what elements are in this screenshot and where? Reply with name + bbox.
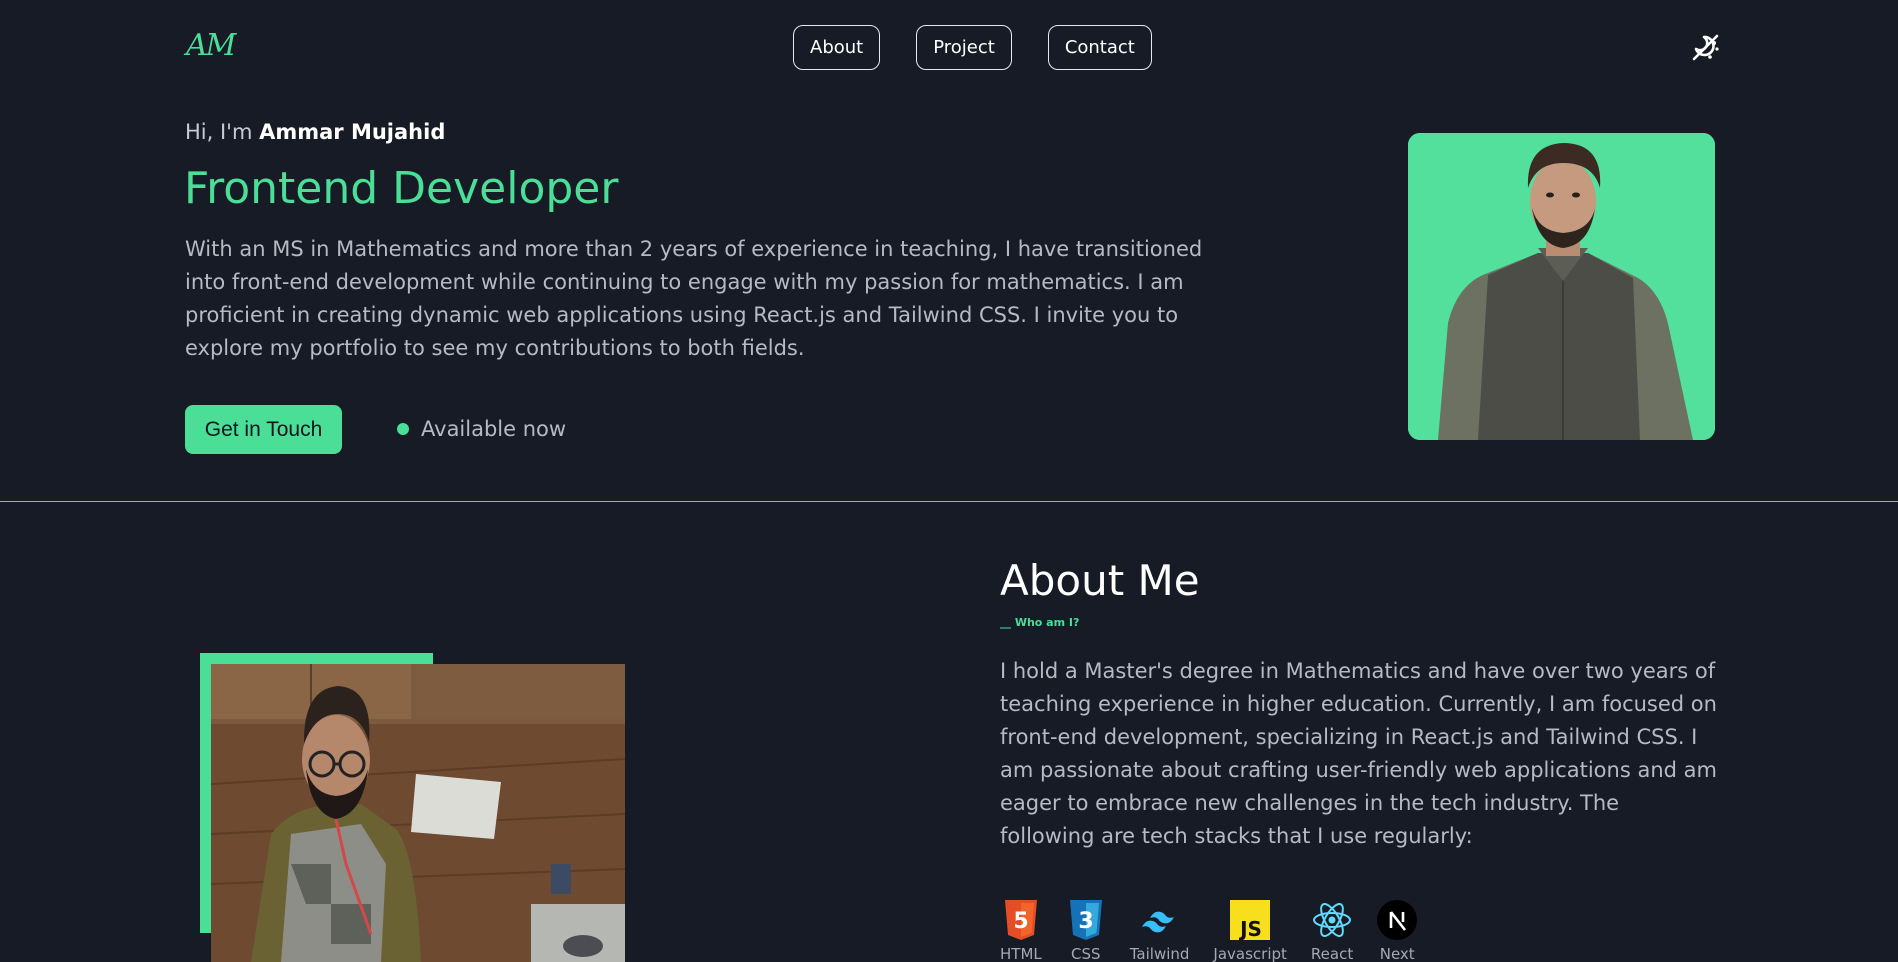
greeting-prefix: Hi, I'm <box>185 120 253 144</box>
nav-about-button[interactable]: About <box>793 25 881 70</box>
hero-name: Ammar Mujahid <box>259 120 446 144</box>
tech-stack-item-css: 3 CSS <box>1066 900 1106 962</box>
css3-icon: 3 <box>1066 900 1106 940</box>
tech-stack-label: HTML <box>1000 945 1042 962</box>
hero-greeting: Hi, I'm Ammar Mujahid <box>185 120 445 144</box>
nav-contact-button[interactable]: Contact <box>1047 25 1152 70</box>
about-title: About Me <box>1000 556 1200 605</box>
status-dot-icon <box>397 423 409 435</box>
tech-stack-label: Javascript <box>1213 945 1287 962</box>
tech-stack-label: React <box>1310 945 1354 962</box>
tech-stack-item-next: Next <box>1377 900 1418 962</box>
status-text: Available now <box>421 417 567 441</box>
about-subtitle: __ Who am I? <box>1000 616 1080 629</box>
about-description: I hold a Master's degree in Mathematics … <box>1000 659 1717 848</box>
tech-stack-label: CSS <box>1070 945 1101 962</box>
tech-stack-item-html: 5 HTML <box>1000 900 1042 962</box>
main-nav: About Project Contact <box>793 25 1152 70</box>
javascript-icon: JS <box>1230 900 1271 940</box>
nextjs-icon <box>1377 900 1418 940</box>
about-profile-photo <box>211 664 625 962</box>
hero-profile-photo <box>1408 133 1715 440</box>
tech-stack-label: Tailwind <box>1129 945 1190 962</box>
tech-stack-list: 5 HTML 3 CSS Tailwind JS Javascript Reac… <box>1000 900 1441 962</box>
section-divider <box>0 501 1898 502</box>
tech-stack-item-tailwind: Tailwind <box>1129 900 1190 962</box>
nav-project-button[interactable]: Project <box>916 25 1012 70</box>
tech-stack-item-javascript: JS Javascript <box>1213 900 1287 962</box>
hero-description: With an MS in Mathematics and more than … <box>185 237 1203 360</box>
svg-text:JS: JS <box>1238 917 1262 940</box>
tailwind-icon <box>1140 900 1180 940</box>
html5-icon: 5 <box>1001 900 1041 940</box>
tech-stack-item-react: React <box>1311 900 1353 962</box>
site-logo[interactable]: AM <box>186 28 236 63</box>
tech-stack-label: Next <box>1379 945 1415 962</box>
react-icon <box>1312 900 1352 940</box>
portfolio-page: AM About Project Contact Hi, I'm Ammar M… <box>0 0 1898 962</box>
hero-title: Frontend Developer <box>184 163 619 214</box>
theme-toggle-icon[interactable] <box>1690 32 1720 62</box>
availability-status: Available now <box>397 417 566 441</box>
svg-text:5: 5 <box>1013 909 1028 934</box>
get-in-touch-button[interactable]: Get in Touch <box>185 405 342 454</box>
svg-text:3: 3 <box>1078 909 1093 934</box>
